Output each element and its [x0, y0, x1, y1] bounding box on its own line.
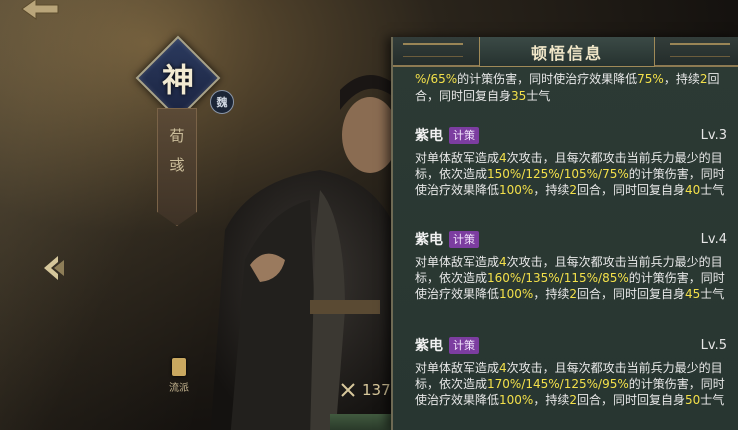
skill-name: 紫电 — [415, 128, 443, 144]
header-ornament-left — [403, 43, 463, 57]
chevron-left-icon — [44, 256, 64, 280]
skill-type-tag: 计策 — [449, 230, 479, 248]
skill-block-lv5: 紫电 计策 Lv.5 对单体敌军造成4次攻击，且每次都攻击当前兵力最少的目标，依… — [415, 335, 727, 408]
power-display: 137 — [340, 378, 391, 402]
power-value: 137 — [362, 381, 391, 399]
skill-type-tag: 计策 — [449, 336, 479, 354]
skill-level: Lv.5 — [700, 337, 727, 353]
skill-description: 对单体敌军造成4次攻击，且每次都攻击当前兵力最少的目标，依次造成160%/135… — [415, 255, 725, 301]
skill-level: Lv.4 — [700, 231, 727, 247]
back-arrow-icon — [21, 0, 59, 20]
skill-level: Lv.3 — [700, 127, 727, 143]
crossed-swords-icon — [341, 383, 355, 397]
previous-hero-button[interactable] — [38, 252, 66, 284]
awakening-info-panel: 顿悟信息 %/65%的计策伤害，同时使治疗效果降低75%，持续2回合，同时回复自… — [391, 37, 738, 430]
skill-description: 对单体敌军造成4次攻击，且每次都攻击当前兵力最少的目标，依次造成150%/125… — [415, 151, 725, 197]
panel-title: 顿悟信息 — [479, 37, 655, 67]
skill-block-lv4: 紫电 计策 Lv.4 对单体敌军造成4次攻击，且每次都攻击当前兵力最少的目标，依… — [415, 229, 727, 302]
skill-description: 对单体敌军造成4次攻击，且每次都攻击当前兵力最少的目标，依次造成170%/145… — [415, 361, 725, 407]
skill-type-tag: 计策 — [449, 126, 479, 144]
skill-name: 紫电 — [415, 232, 443, 248]
faction-button-label: 流派 — [169, 383, 189, 394]
back-button[interactable] — [18, 0, 62, 22]
star-strip — [330, 414, 400, 430]
skill-name: 紫电 — [415, 338, 443, 354]
panel-header: 顿悟信息 — [393, 37, 738, 67]
skill-block-lv3: 紫电 计策 Lv.3 对单体敌军造成4次攻击，且每次都攻击当前兵力最少的目标，依… — [415, 125, 727, 198]
panel-content[interactable]: %/65%的计策伤害，同时使治疗效果降低75%，持续2回合，同时回复自身35士气… — [393, 67, 738, 430]
faction-button[interactable]: 流派 — [162, 358, 196, 402]
hero-portrait — [210, 75, 410, 430]
scroll-icon — [172, 358, 186, 376]
header-ornament-right — [670, 43, 730, 57]
skill-desc-fragment: %/65%的计策伤害，同时使治疗效果降低75%，持续2回合，同时回复自身35士气 — [415, 72, 720, 103]
